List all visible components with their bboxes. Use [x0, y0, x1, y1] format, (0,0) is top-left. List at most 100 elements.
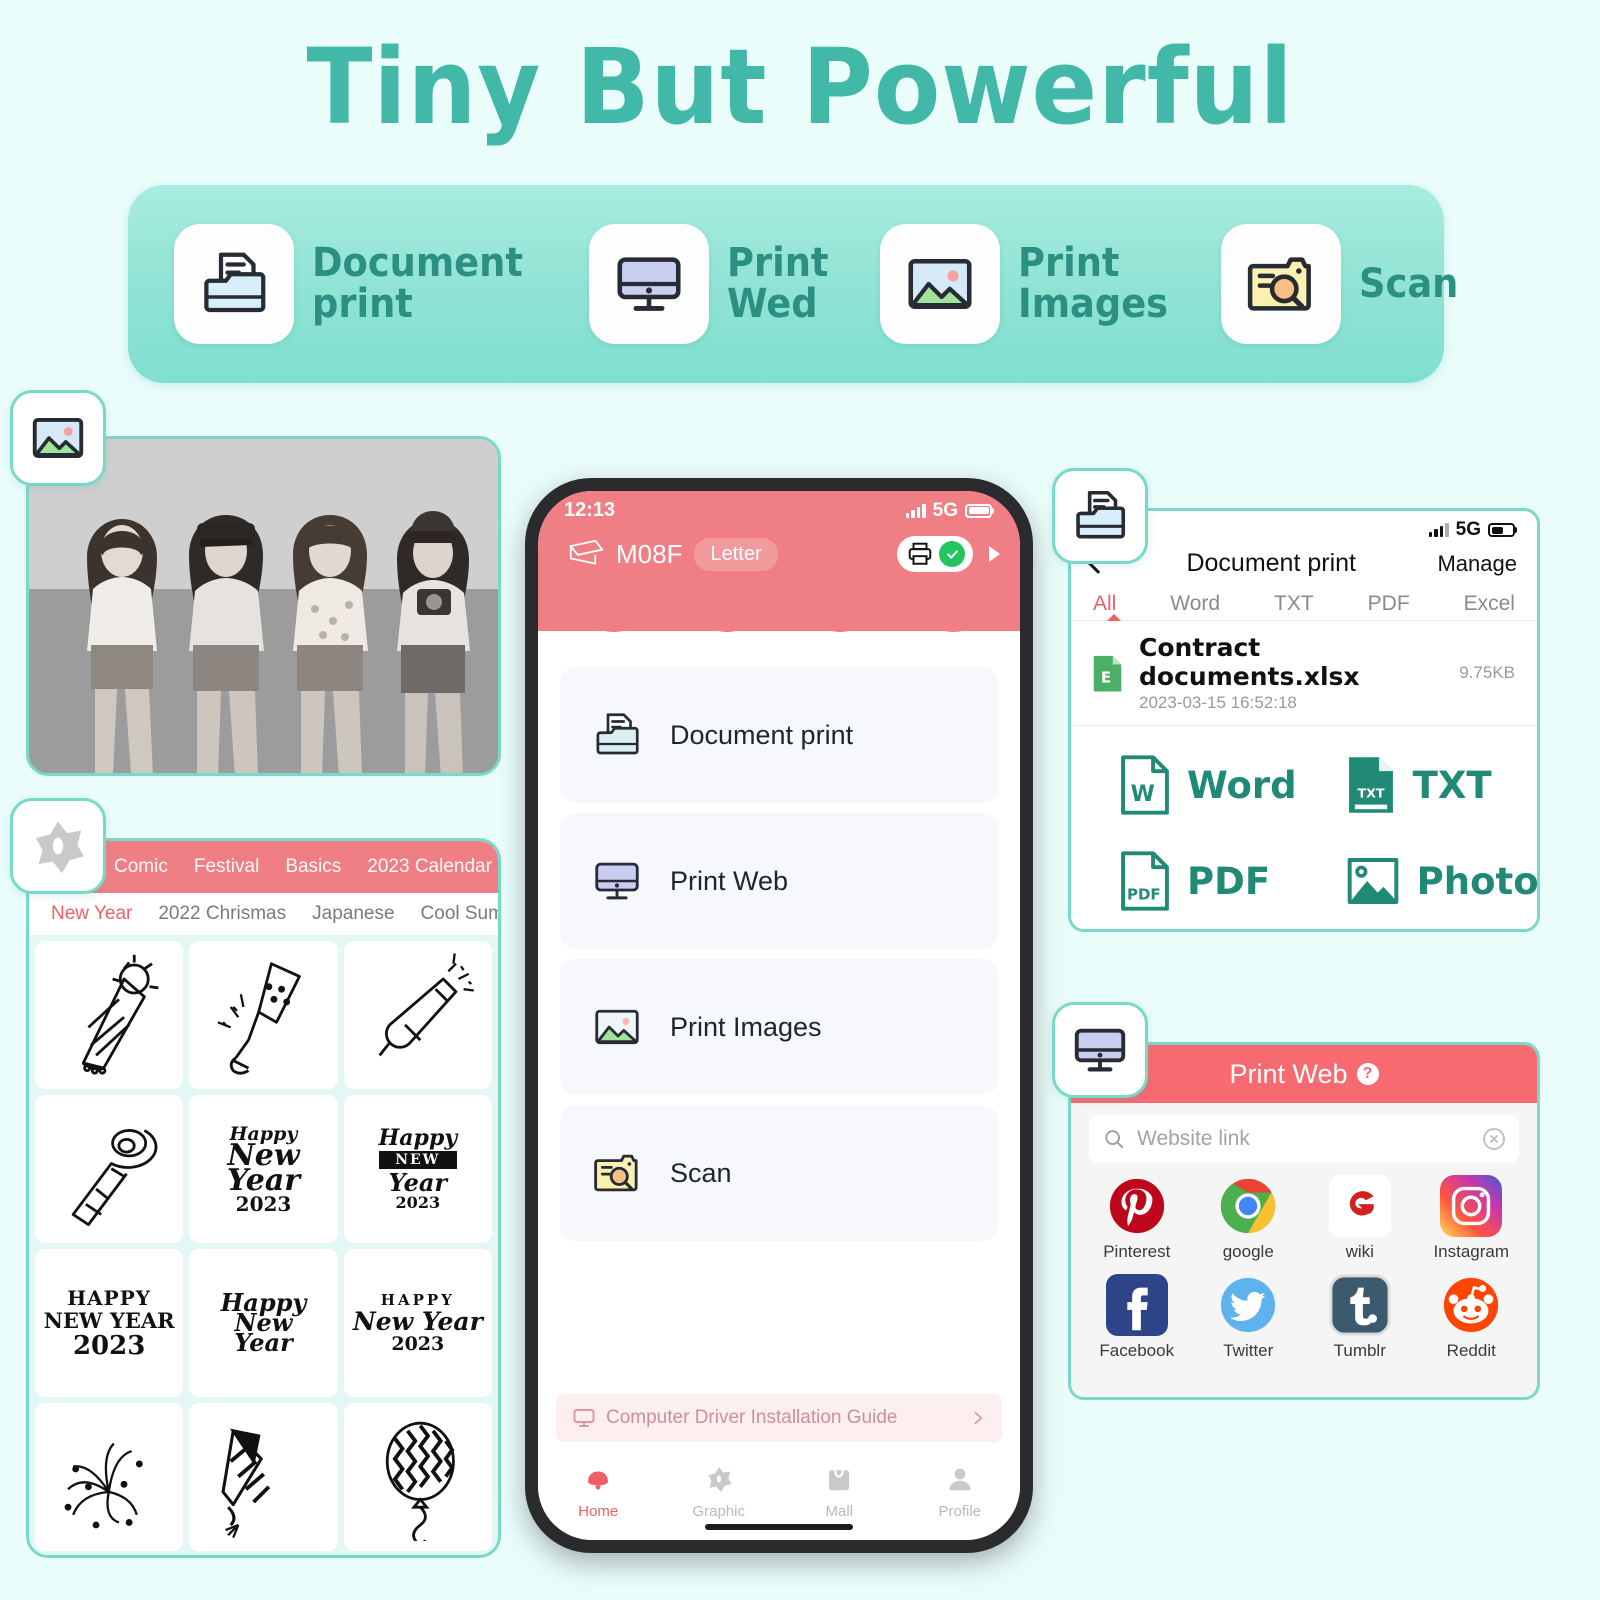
photo-badge[interactable]: [10, 390, 106, 486]
sticker-top-tab[interactable]: Festival: [194, 856, 259, 878]
graphic-badge[interactable]: [10, 798, 106, 894]
menu-item-print-web[interactable]: Print Web: [560, 813, 998, 949]
monitor-icon: [573, 1409, 595, 1427]
party-hat-sticker[interactable]: [35, 941, 184, 1089]
site-google[interactable]: google: [1193, 1175, 1305, 1262]
printer-icon: [908, 542, 932, 565]
site-instagram[interactable]: Instagram: [1416, 1175, 1528, 1262]
search-section: Website link: [1071, 1103, 1537, 1171]
paper-size-chip[interactable]: Letter: [694, 537, 778, 571]
happy-new-year-rays-sticker[interactable]: HAPPY New Year 2023: [343, 1249, 492, 1397]
champagne-bottle-drawing: [378, 953, 474, 1057]
file-list-row[interactable]: E Contract documents.xlsx 2023-03-15 16:…: [1071, 621, 1537, 726]
balloon-drawing: [385, 1422, 455, 1541]
happy-new-year-block-sticker[interactable]: HAPPY NEW YEAR 2023: [35, 1249, 184, 1397]
website-shortcut-grid: Pinterest google wiki Instagram Facebook…: [1071, 1171, 1537, 1365]
sticker-top-tab[interactable]: Comic: [114, 856, 168, 878]
site-twitter[interactable]: Twitter: [1193, 1274, 1305, 1361]
site-pinterest[interactable]: Pinterest: [1081, 1175, 1193, 1262]
question-mark-icon[interactable]: ?: [1356, 1063, 1379, 1085]
doc-tab-all[interactable]: All: [1093, 592, 1116, 616]
file-type-word[interactable]: W Word: [1071, 740, 1297, 830]
printer-device-icon: [569, 539, 604, 565]
image-icon: [32, 417, 84, 459]
web-badge[interactable]: [1052, 1002, 1148, 1098]
sticker-top-tab[interactable]: Basics: [285, 856, 341, 878]
doc-tab-txt[interactable]: TXT: [1274, 592, 1314, 616]
tab-label: Graphic: [692, 1503, 746, 1520]
site-label: Reddit: [1446, 1341, 1496, 1360]
file-type-pdf[interactable]: PDF PDF: [1071, 836, 1297, 926]
happy-new-year-script-sticker[interactable]: Happy New Year 2023: [189, 1095, 338, 1243]
feature-print-web[interactable]: Print Wed: [589, 224, 837, 344]
party-blower-sticker[interactable]: [35, 1095, 184, 1243]
doc-tab-excel[interactable]: Excel: [1464, 592, 1515, 616]
site-reddit[interactable]: Reddit: [1416, 1274, 1528, 1361]
file-type-photo[interactable]: Photo: [1297, 836, 1537, 926]
site-facebook[interactable]: Facebook: [1081, 1274, 1193, 1361]
print-status-pill[interactable]: [897, 536, 973, 572]
expand-arrow-icon[interactable]: [989, 546, 1000, 562]
site-tumblr[interactable]: Tumblr: [1304, 1274, 1416, 1361]
champagne-bottle-sticker[interactable]: [343, 941, 492, 1089]
sticker-sub-tabs[interactable]: New Year 2022 Chrismas Japanese Cool Sum…: [29, 893, 498, 935]
feature-print-images[interactable]: Print Images: [879, 224, 1181, 344]
tab-mall[interactable]: Mall: [779, 1464, 900, 1520]
tab-home[interactable]: Home: [538, 1464, 659, 1520]
firework-burst-sticker[interactable]: [35, 1403, 184, 1551]
instagram-icon: [1440, 1175, 1503, 1237]
tab-graphic[interactable]: Graphic: [659, 1464, 780, 1520]
party-hat-drawing: [82, 955, 159, 1075]
rocket-firework-drawing: [221, 1428, 270, 1539]
file-type-txt[interactable]: TXT TXT: [1297, 740, 1537, 830]
clear-icon[interactable]: [1483, 1128, 1505, 1150]
print-web-title: Print Web: [1229, 1058, 1348, 1089]
tumblr-icon: [1329, 1274, 1391, 1336]
sticker-sub-tab-japanese[interactable]: Japanese: [312, 903, 394, 925]
printer-bar: M08F Letter: [538, 522, 1020, 572]
pinterest-icon: [1106, 1175, 1168, 1237]
happy-new-year-stars-sticker[interactable]: Happy New Year: [189, 1249, 338, 1397]
driver-install-banner[interactable]: Computer Driver Installation Guide: [556, 1394, 1002, 1442]
doc-tab-word[interactable]: Word: [1170, 592, 1220, 616]
facebook-icon: [1105, 1274, 1168, 1336]
feature-scan[interactable]: Scan: [1220, 224, 1467, 344]
sticker-sub-tab-cool-summer[interactable]: Cool Summer: [421, 903, 498, 925]
tab-profile[interactable]: Profile: [900, 1464, 1021, 1520]
tab-label: Mall: [825, 1503, 853, 1520]
firework-drawing: [65, 1443, 144, 1529]
menu-item-print-images[interactable]: Print Images: [560, 959, 998, 1095]
home-icon: [588, 1471, 609, 1490]
status-bar: 12:13 5G: [538, 491, 1020, 522]
document-print-panel: 52 5G Document print Manage All Word TXT…: [1068, 508, 1540, 932]
menu-item-document-print[interactable]: Document print: [560, 667, 998, 803]
document-print-icon: [596, 713, 639, 755]
svg-text:W: W: [1131, 782, 1155, 807]
document-badge[interactable]: [1052, 468, 1148, 564]
feature-document-print[interactable]: Document print: [174, 224, 541, 344]
doc-tab-pdf[interactable]: PDF: [1368, 592, 1410, 616]
device-name: M08F: [616, 538, 683, 569]
menu-item-scan[interactable]: Scan: [560, 1105, 998, 1241]
balloon-sticker[interactable]: [343, 1403, 492, 1551]
sticker-sub-tab-new-year[interactable]: New Year: [51, 903, 132, 925]
search-input[interactable]: Website link: [1089, 1115, 1519, 1163]
monitor-icon: [617, 257, 681, 311]
signal-icon: [1428, 523, 1449, 537]
champagne-glass-sticker[interactable]: [189, 941, 338, 1089]
feature-label: Print Wed: [727, 240, 829, 327]
group-photo-illustration: [29, 439, 498, 773]
scalloped-edge: [538, 598, 1011, 632]
sticker-top-tab[interactable]: 2023 Calendar: [367, 856, 492, 878]
happy-new-year-ribbon-sticker[interactable]: Happy NEW Year 2023: [343, 1095, 492, 1243]
file-date: 2023-03-15 16:52:18: [1139, 693, 1297, 712]
sticker-sub-tab-chrismas[interactable]: 2022 Chrismas: [158, 903, 286, 925]
svg-text:PDF: PDF: [1127, 885, 1161, 903]
monitor-icon-tile: [589, 224, 710, 344]
manage-button[interactable]: Manage: [1437, 551, 1517, 577]
rocket-firework-sticker[interactable]: [189, 1403, 338, 1551]
file-size: 9.75KB: [1459, 663, 1515, 682]
chrome-icon: [1217, 1175, 1279, 1237]
site-label: Tumblr: [1333, 1341, 1386, 1360]
site-wiki[interactable]: wiki: [1304, 1175, 1416, 1262]
